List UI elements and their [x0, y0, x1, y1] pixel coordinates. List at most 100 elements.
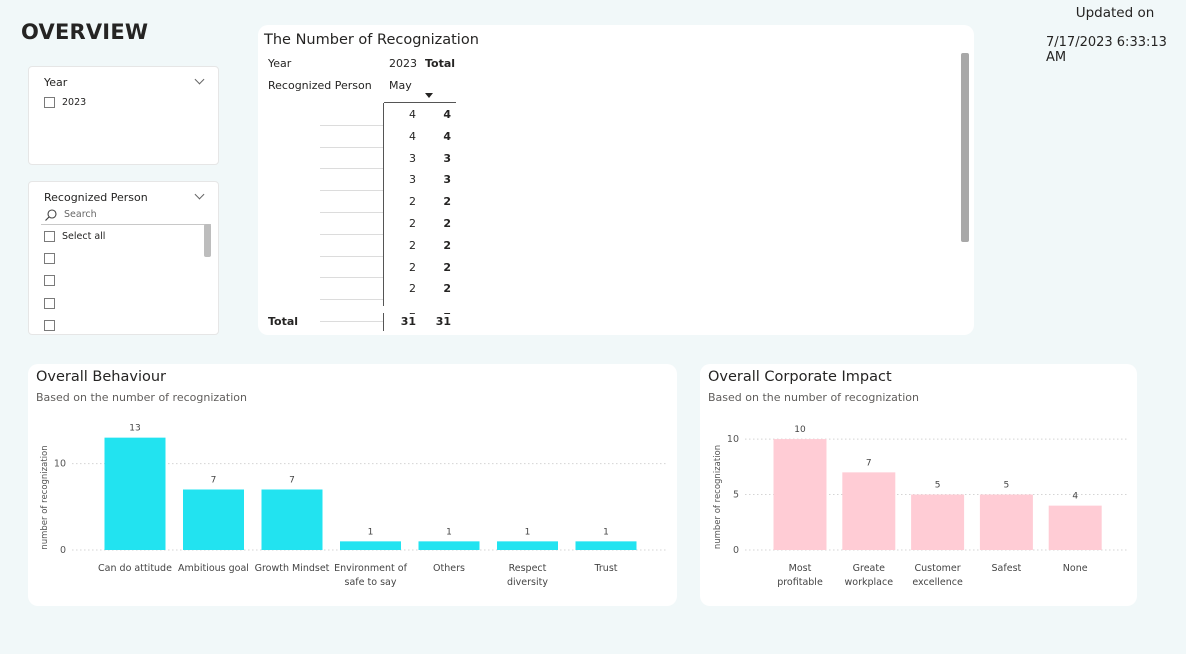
matrix-cell-total: 4	[443, 108, 451, 121]
person-checkbox[interactable]	[44, 298, 55, 309]
year-slicer-header: Year	[44, 76, 68, 89]
x-tick-label: profitable	[777, 577, 823, 588]
year-slicer[interactable]: Year 2023	[28, 66, 219, 165]
matrix-header-divider	[384, 102, 456, 103]
data-label: 13	[129, 424, 140, 434]
bar	[1048, 505, 1102, 550]
person-checkbox[interactable]	[44, 275, 55, 286]
matrix-total-may: 31	[400, 315, 416, 328]
matrix-cell-may: 2	[409, 195, 416, 209]
y-axis-title: number of recognization	[713, 445, 723, 549]
x-tick-label: Environment of	[334, 563, 407, 574]
data-label: 7	[211, 476, 217, 486]
year-2023-label: 2023	[62, 97, 87, 108]
matrix-cell-total: 2	[443, 260, 451, 274]
x-tick-label: excellence	[912, 577, 963, 588]
bar	[261, 489, 323, 550]
x-tick-label: Trust	[593, 563, 617, 574]
matrix-cell-total: 2	[443, 238, 451, 252]
page-title: OVERVIEW	[21, 20, 149, 44]
x-tick-label: Most	[789, 563, 812, 574]
data-label: 1	[525, 527, 531, 537]
matrix-person-header[interactable]: Recognized Person	[268, 79, 372, 92]
matrix-cell-may: 3	[409, 151, 416, 165]
bar	[842, 472, 896, 550]
x-tick-label: Others	[433, 563, 465, 574]
matrix-cell-total: 2	[443, 195, 451, 209]
matrix-vertical-divider	[383, 103, 384, 331]
slicer-scrollbar[interactable]	[204, 224, 211, 257]
chevron-down-icon[interactable]	[194, 74, 205, 85]
x-tick-label: workplace	[845, 577, 894, 588]
y-tick-label: 10	[727, 434, 739, 445]
person-slicer-header: Recognized Person	[44, 191, 148, 204]
data-label: 7	[866, 458, 872, 468]
matrix-title: The Number of Recognization	[264, 32, 479, 48]
sort-descending-icon[interactable]	[425, 93, 433, 98]
bar	[418, 541, 480, 550]
matrix-cell-may: 2	[409, 260, 416, 274]
x-tick-label: diversity	[507, 577, 548, 588]
matrix-row-separator	[320, 255, 383, 257]
impact-bar-chart: number of recognization 0 5 10 10 Most profita…	[713, 425, 1128, 588]
data-label: 1	[446, 527, 452, 537]
bar	[575, 541, 637, 550]
behaviour-bar-chart: number of recognization 0 10 13 Can do attit…	[40, 424, 668, 588]
person-checkbox[interactable]	[44, 320, 55, 331]
updated-label: Updated on	[1075, 5, 1155, 21]
search-icon	[45, 209, 57, 221]
y-tick-label: 5	[733, 490, 739, 501]
x-tick-label: Greate	[853, 563, 885, 574]
bar	[979, 494, 1033, 550]
matrix-cell-total: 3	[443, 151, 451, 165]
x-tick-label: safe to say	[345, 577, 397, 588]
search-underline	[41, 224, 211, 225]
recognition-matrix: The Number of Recognization Year 2023 To…	[258, 25, 974, 335]
x-tick-label: Customer	[915, 563, 961, 574]
matrix-row-separator	[320, 124, 383, 126]
matrix-col-total[interactable]: Total	[425, 57, 455, 70]
matrix-cell-may: 2	[409, 282, 416, 296]
matrix-cell-may: 2	[409, 238, 416, 252]
matrix-cell-total: 2	[443, 217, 451, 230]
matrix-cell-may: 3	[409, 173, 416, 187]
data-label: 7	[289, 476, 295, 486]
matrix-row-separator	[320, 277, 383, 279]
data-label: 1	[603, 527, 609, 537]
year-2023-checkbox[interactable]	[44, 97, 55, 108]
data-label: 10	[794, 425, 806, 435]
select-all-label: Select all	[62, 231, 106, 242]
bar	[773, 439, 827, 550]
bar	[340, 541, 401, 550]
person-slicer[interactable]: Recognized Person Search Select all	[28, 181, 219, 335]
matrix-cell-may: 2	[409, 217, 416, 230]
x-tick-label: Can do attitude	[98, 563, 172, 574]
chevron-down-icon[interactable]	[194, 189, 205, 200]
matrix-cell-may: 4	[409, 108, 416, 121]
matrix-total-label: Total	[268, 315, 299, 328]
behaviour-chart-card: Overall Behaviour Based on the number of…	[28, 364, 677, 606]
x-tick-label: Growth Mindset	[255, 563, 330, 574]
y-tick-label: 0	[733, 545, 739, 556]
matrix-row-separator	[320, 212, 383, 213]
matrix-row-separator	[320, 299, 383, 301]
y-tick-label: 0	[60, 545, 66, 556]
select-all-checkbox[interactable]	[44, 231, 55, 242]
y-tick-label: 10	[54, 459, 66, 470]
x-tick-label: Safest	[992, 563, 1022, 574]
matrix-row-separator	[320, 190, 383, 192]
person-checkbox[interactable]	[44, 253, 55, 264]
matrix-scrollbar[interactable]	[961, 53, 969, 242]
search-input[interactable]: Search	[64, 209, 97, 220]
matrix-cell-total: 3	[443, 173, 451, 187]
matrix-mask	[258, 306, 488, 313]
bar	[104, 437, 166, 550]
bar	[183, 489, 244, 550]
matrix-col-2023[interactable]: 2023	[389, 57, 417, 70]
matrix-col-may[interactable]: May	[389, 79, 412, 92]
impact-chart-card: Overall Corporate Impact Based on the nu…	[700, 364, 1137, 606]
matrix-row-separator	[320, 168, 383, 170]
bar	[497, 541, 558, 550]
matrix-year-header: Year	[268, 57, 292, 70]
matrix-row-separator	[320, 321, 383, 322]
